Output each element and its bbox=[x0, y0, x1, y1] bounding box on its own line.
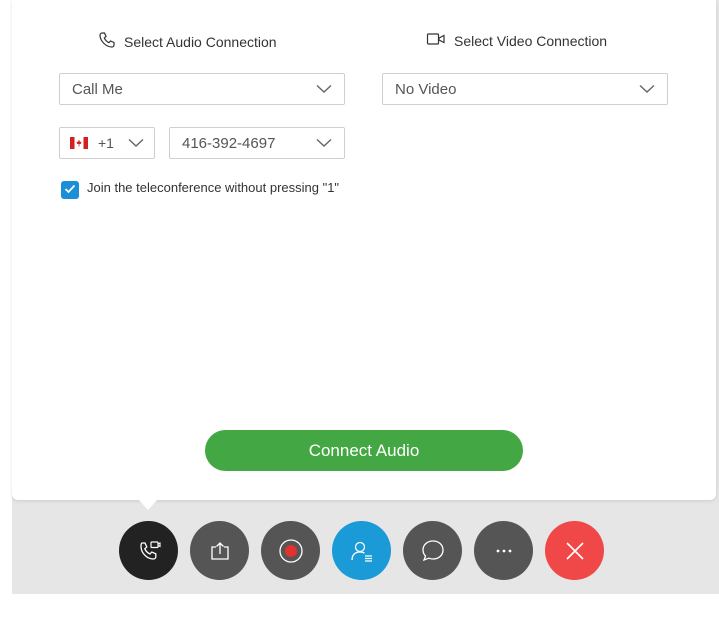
panel-pointer bbox=[137, 498, 159, 510]
video-connection-value: No Video bbox=[395, 80, 457, 98]
record-icon bbox=[278, 538, 304, 564]
phone-number-dropdown[interactable]: 416-392-4697 bbox=[169, 127, 345, 159]
chevron-down-icon bbox=[128, 138, 144, 148]
camera-icon bbox=[426, 31, 446, 50]
video-connection-dropdown[interactable]: No Video bbox=[382, 73, 668, 105]
close-icon bbox=[564, 540, 586, 562]
video-section-title: Select Video Connection bbox=[454, 32, 608, 49]
audio-section-header: Select Audio Connection bbox=[98, 31, 277, 52]
country-code-value: +1 bbox=[98, 135, 114, 151]
chevron-down-icon bbox=[316, 84, 332, 94]
join-without-pressing-label: Join the teleconference without pressing… bbox=[87, 180, 340, 195]
audio-connection-button[interactable] bbox=[119, 521, 178, 580]
share-upload-icon bbox=[208, 539, 232, 563]
audio-connection-dropdown[interactable]: Call Me bbox=[59, 73, 345, 105]
more-icon bbox=[491, 547, 517, 555]
chat-bubble-icon bbox=[420, 538, 446, 564]
leave-meeting-button[interactable] bbox=[545, 521, 604, 580]
audio-call-icon bbox=[136, 538, 162, 564]
chevron-down-icon bbox=[316, 138, 332, 148]
audio-connection-value: Call Me bbox=[72, 80, 123, 98]
phone-icon bbox=[98, 31, 116, 52]
participants-button[interactable] bbox=[332, 521, 391, 580]
video-section-header: Select Video Connection bbox=[426, 31, 607, 50]
connect-audio-button[interactable]: Connect Audio bbox=[205, 430, 523, 471]
phone-number-value: 416-392-4697 bbox=[182, 134, 276, 152]
more-options-button[interactable] bbox=[474, 521, 533, 580]
audio-video-panel: Select Audio Connection Select Video Con… bbox=[12, 0, 716, 500]
share-button[interactable] bbox=[190, 521, 249, 580]
canada-flag-icon bbox=[70, 137, 88, 149]
participants-icon bbox=[349, 538, 375, 564]
audio-section-title: Select Audio Connection bbox=[124, 33, 277, 50]
record-button[interactable] bbox=[261, 521, 320, 580]
chat-button[interactable] bbox=[403, 521, 462, 580]
join-without-pressing-checkbox[interactable] bbox=[61, 181, 79, 199]
country-code-dropdown[interactable]: +1 bbox=[59, 127, 155, 159]
chevron-down-icon bbox=[639, 84, 655, 94]
checkmark-icon bbox=[64, 181, 76, 199]
